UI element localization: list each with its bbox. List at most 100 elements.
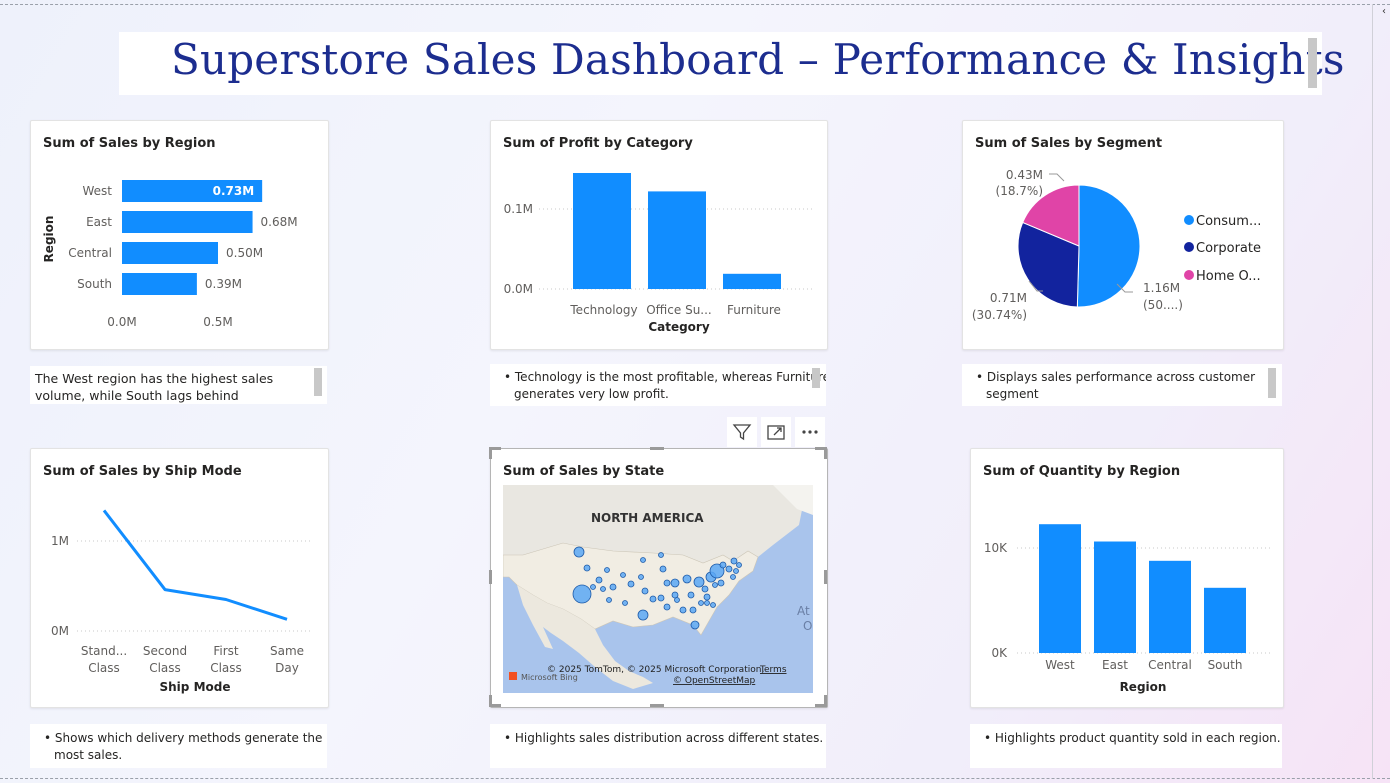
slice-value: 0.43M <box>1006 168 1043 182</box>
dashboard-title-box[interactable]: Superstore Sales Dashboard – Performance… <box>119 32 1344 95</box>
map-bubble <box>733 568 739 574</box>
category-label: First <box>213 644 239 658</box>
map-bubble <box>719 561 727 569</box>
map-bubble <box>690 620 700 630</box>
slice-percent: (30.74%) <box>972 308 1027 322</box>
slice-value: 0.71M <box>990 291 1027 305</box>
map-bubble <box>637 609 649 621</box>
state-map[interactable]: NORTH AMERICA At O Microsoft Bing © 2025… <box>503 485 813 693</box>
filter-button[interactable] <box>727 417 757 447</box>
resize-handle[interactable] <box>824 695 827 707</box>
note-scrollbar[interactable] <box>1268 368 1276 398</box>
more-options-button[interactable] <box>795 417 825 447</box>
category-label: Class <box>149 661 181 675</box>
map-bubble <box>658 552 664 558</box>
map-bubble <box>657 594 665 602</box>
visual-header-toolbar <box>727 417 825 447</box>
bar <box>723 273 781 289</box>
map-bubble <box>638 574 644 580</box>
map-bubble <box>659 565 667 573</box>
region-sales-note[interactable]: The West region has the highest sales vo… <box>30 366 327 404</box>
note-scrollbar[interactable] <box>314 368 322 396</box>
map-bubble <box>595 576 603 584</box>
map-bubble <box>682 574 692 584</box>
map-bubble <box>640 557 646 563</box>
ship-mode-card[interactable]: Sum of Sales by Ship Mode 1M 0M Stand...… <box>30 448 329 708</box>
y-tick: 0.1M <box>504 202 533 216</box>
slice-value: 1.16M <box>1143 281 1180 295</box>
map-bubble <box>604 567 610 573</box>
state-map-note[interactable]: • Highlights sales distribution across d… <box>490 724 826 768</box>
slice-percent: (50....) <box>1143 298 1183 312</box>
category-label: Class <box>88 661 120 675</box>
note-line: segment <box>986 387 1039 401</box>
ship-mode-chart: 1M 0M Stand... Class Second Class First Class… <box>51 509 313 694</box>
resize-handle[interactable] <box>489 695 492 707</box>
y-tick: 0K <box>991 646 1008 660</box>
map-bubble <box>693 576 705 588</box>
category-label: East <box>86 215 112 229</box>
map-bubble <box>663 603 671 611</box>
quantity-region-card[interactable]: Sum of Quantity by Region 10K 0K West Eas… <box>970 448 1284 708</box>
profit-category-card[interactable]: Sum of Profit by Category 0.1M 0.0M Tech… <box>490 120 828 350</box>
state-map-card[interactable]: Sum of Sales by State NORTH AMERICA At O… <box>490 448 828 708</box>
dashboard-title: Superstore Sales Dashboard – Performance… <box>171 35 1345 84</box>
map-bubble <box>710 602 716 608</box>
map-bubble <box>622 600 628 606</box>
segment-sales-card[interactable]: Sum of Sales by Segment 0.43M (18.7%) 1.… <box>962 120 1284 350</box>
resize-handle[interactable] <box>489 447 492 459</box>
map-bubble <box>674 597 680 603</box>
data-label: 0.50M <box>226 246 263 260</box>
leader-line <box>1049 173 1065 182</box>
resize-handle[interactable] <box>650 704 664 707</box>
map-bubble <box>704 600 710 606</box>
map-region-label: NORTH AMERICA <box>591 511 704 525</box>
note-line: • Highlights product quantity sold in ea… <box>984 731 1281 745</box>
category-label: Day <box>275 661 299 675</box>
map-bubble <box>687 591 695 599</box>
category-label: South <box>1208 658 1243 672</box>
map-bubble <box>717 579 725 587</box>
map-bubble <box>572 584 592 604</box>
ship-mode-note[interactable]: • Shows which delivery methods generate … <box>30 724 327 768</box>
region-sales-chart: Region West East Central South 0.73M 0.68M 0.… <box>42 180 298 329</box>
map-bubble <box>698 600 704 606</box>
note-line: generates very low profit. <box>514 387 669 401</box>
collapse-pane-icon[interactable]: ‹ <box>1382 6 1386 17</box>
map-bubble <box>725 565 733 573</box>
pie-slice <box>1076 184 1141 308</box>
title-scrollbar[interactable] <box>1308 38 1317 88</box>
category-label: West <box>82 184 112 198</box>
bar <box>1094 541 1136 653</box>
category-label: Same <box>270 644 304 658</box>
y-tick: 10K <box>984 541 1008 555</box>
category-label: South <box>77 277 112 291</box>
map-bubble <box>583 564 591 572</box>
quantity-region-note[interactable]: • Highlights product quantity sold in ea… <box>970 724 1282 768</box>
focus-mode-button[interactable] <box>761 417 791 447</box>
map-bubble <box>712 582 718 588</box>
note-scrollbar[interactable] <box>812 368 820 388</box>
x-axis-label: Region <box>1120 680 1167 694</box>
profit-category-note[interactable]: • Technology is the most profitable, whe… <box>490 364 826 406</box>
segment-sales-note[interactable]: • Displays sales performance across cust… <box>962 364 1282 406</box>
bar <box>648 191 706 289</box>
map-bubble <box>670 578 680 588</box>
y-tick: 0.0M <box>504 282 533 296</box>
map-attribution: © 2025 TomTom, © 2025 Microsoft Corporat… <box>547 665 764 675</box>
resize-handle[interactable] <box>489 570 492 584</box>
map-bubble <box>573 546 585 558</box>
x-tick: 0.0M <box>107 315 136 329</box>
resize-handle[interactable] <box>824 447 827 459</box>
osm-link: © OpenStreetMap <box>673 676 756 686</box>
resize-handle[interactable] <box>650 447 664 450</box>
region-sales-card[interactable]: Sum of Sales by Region Region West East Ce… <box>30 120 329 350</box>
y-tick: 1M <box>51 534 69 548</box>
canvas-right-edge <box>1372 4 1373 779</box>
map-bubble <box>649 595 657 603</box>
data-label: 0.68M <box>261 215 298 229</box>
filter-icon <box>732 424 752 441</box>
legend-label: Home O... <box>1196 269 1261 284</box>
resize-handle[interactable] <box>824 570 827 584</box>
map-bubble <box>730 557 738 565</box>
